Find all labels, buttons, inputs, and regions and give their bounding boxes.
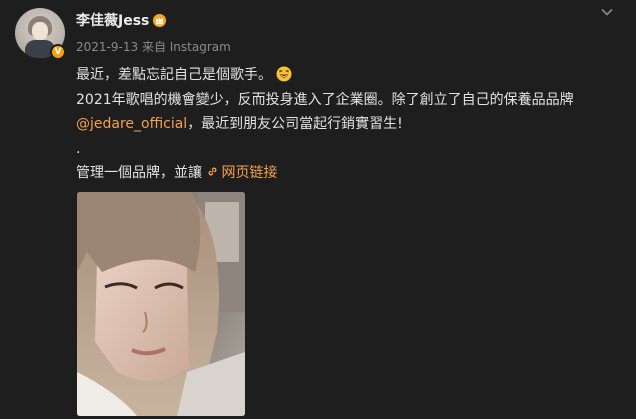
post-photo-image [77,192,245,416]
post-line-3-text: ，最近到朋友公司當起行銷實習生! [187,116,403,132]
post-source: 来自 Instagram [141,40,231,54]
post-line-1: 最近，差點忘記自己是個歌手。 [76,63,621,88]
username[interactable]: 李佳薇Jess [76,10,167,30]
avatar-face-shape [32,22,48,40]
post-line-5-text: 管理一個品牌，並讓 [76,165,202,181]
post-line-5: 管理一個品牌，並讓 网页链接 [76,161,621,186]
post-line-4: . [76,140,81,157]
post-line-1-text: 最近，差點忘記自己是個歌手。 [76,67,272,83]
post-line-3: @jedare_official，最近到朋友公司當起行銷實習生! [76,112,621,137]
weibo-post-card: V 李佳薇Jess 2021-9-13 来自 Instagram 最近，差點忘記… [0,0,636,419]
laughing-emoji-icon [276,66,292,82]
crown-badge-icon [153,13,167,27]
mention-link[interactable]: @jedare_official [76,116,187,132]
verified-badge-icon: V [50,44,66,60]
link-icon [208,167,217,176]
post-photo[interactable] [77,192,245,416]
post-line-2: 2021年歌唱的機會變少，反而投身進入了企業圈。除了創立了自己的保養品品牌 [76,91,574,108]
post-content: 最近，差點忘記自己是個歌手。 2021年歌唱的機會變少，反而投身進入了企業圈。除… [76,63,621,186]
post-meta: 2021-9-13 来自 Instagram [76,38,231,55]
web-link[interactable]: 网页链接 [206,165,277,181]
web-link-label[interactable]: 网页链接 [221,165,277,181]
username-text[interactable]: 李佳薇Jess [76,10,149,30]
post-date[interactable]: 2021-9-13 [76,40,138,54]
chevron-down-icon[interactable] [600,5,614,19]
